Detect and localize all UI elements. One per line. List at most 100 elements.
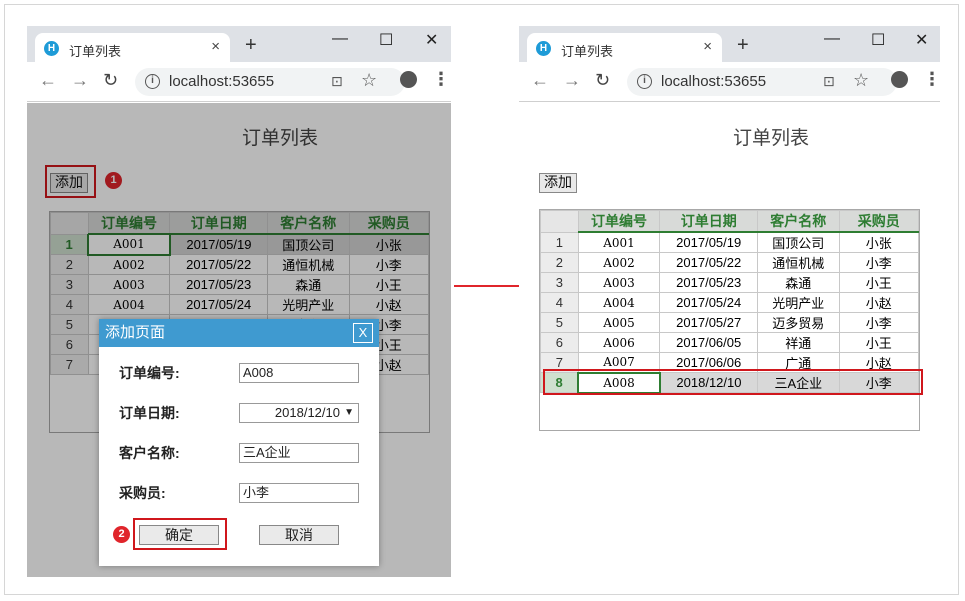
table-row[interactable]: 4 A004 2017/05/24 光明产业 小赵 xyxy=(540,292,920,313)
buyer-input[interactable]: 小李 xyxy=(239,483,359,503)
address-bar[interactable]: i localhost:53655 ⊡ ☆ xyxy=(135,68,405,96)
cell-id[interactable]: A001 xyxy=(577,231,661,253)
left-browser-window: H 订单列表 × + — ☐ ✕ ← → ↻ i localhost:53655… xyxy=(27,26,451,577)
cell-buyer[interactable]: 小张 xyxy=(838,231,920,253)
customer-input[interactable]: 三A企业 xyxy=(239,443,359,463)
reload-icon[interactable]: ↻ xyxy=(595,70,610,91)
bookmark-star-icon[interactable]: ☆ xyxy=(361,70,377,91)
cell-date[interactable]: 2017/05/19 xyxy=(659,231,759,253)
cancel-button[interactable]: 取消 xyxy=(259,525,339,545)
add-button[interactable]: 添加 xyxy=(539,173,577,193)
cell-date[interactable]: 2017/05/22 xyxy=(659,252,759,273)
table-row[interactable]: 3 A003 2017/05/23 森通 小王 xyxy=(540,272,920,293)
translate-icon[interactable]: ⊡ xyxy=(331,73,343,90)
right-browser-window: H 订单列表 × + — ☐ ✕ ← → ↻ i localhost:53655… xyxy=(519,26,941,577)
forward-icon[interactable]: → xyxy=(563,70,581,91)
reload-icon[interactable]: ↻ xyxy=(103,70,118,91)
row-header[interactable]: 5 xyxy=(540,312,579,333)
customer-label: 客户名称: xyxy=(119,445,180,461)
forward-icon[interactable]: → xyxy=(71,70,89,91)
site-info-icon[interactable]: i xyxy=(637,74,652,89)
cell-customer[interactable]: 森通 xyxy=(757,272,840,293)
corner-cell xyxy=(540,210,579,233)
dialog-title: 添加页面 xyxy=(105,324,166,341)
col-header-date[interactable]: 订单日期 xyxy=(659,210,759,233)
confirm-button-callout xyxy=(133,518,227,550)
order-date-label: 订单日期: xyxy=(119,405,180,421)
order-id-label: 订单编号: xyxy=(119,365,180,381)
dialog-close-button[interactable]: X xyxy=(353,323,373,343)
row-header[interactable]: 6 xyxy=(540,332,579,353)
bookmark-star-icon[interactable]: ☆ xyxy=(853,70,869,91)
row-header[interactable]: 2 xyxy=(540,252,579,273)
cell-id[interactable]: A002 xyxy=(577,252,661,273)
tab-strip: H 订单列表 × + — ☐ ✕ xyxy=(519,26,940,62)
back-icon[interactable]: ← xyxy=(39,70,57,91)
browser-tab[interactable]: H 订单列表 × xyxy=(527,33,722,62)
close-window-icon[interactable]: ✕ xyxy=(915,30,928,50)
col-header-id[interactable]: 订单编号 xyxy=(577,210,661,233)
table-row[interactable]: 5 A005 2017/05/27 迈多贸易 小李 xyxy=(540,312,920,333)
col-header-buyer[interactable]: 采购员 xyxy=(838,210,920,233)
step-2-badge: 2 xyxy=(113,526,130,543)
screenshot-frame: H 订单列表 × + — ☐ ✕ ← → ↻ i localhost:53655… xyxy=(4,4,959,595)
table-row[interactable]: 2 A002 2017/05/22 通恒机械 小李 xyxy=(540,252,920,273)
order-date-picker[interactable]: 2018/12/10 ▼ xyxy=(239,403,359,423)
cell-buyer[interactable]: 小王 xyxy=(838,272,920,293)
site-favicon-icon: H xyxy=(536,41,551,56)
tab-close-icon[interactable]: × xyxy=(211,38,220,55)
profile-avatar-icon[interactable] xyxy=(891,71,908,88)
table-row[interactable]: 1 A001 2017/05/19 国顶公司 小张 xyxy=(540,231,920,253)
cell-date[interactable]: 2017/05/23 xyxy=(659,272,759,293)
translate-icon[interactable]: ⊡ xyxy=(823,73,835,90)
cell-id[interactable]: A004 xyxy=(577,292,661,313)
browser-toolbar: ← → ↻ i localhost:53655 ⊡ ☆ ⋮ xyxy=(27,62,451,102)
cell-buyer[interactable]: 小李 xyxy=(838,252,920,273)
site-info-icon[interactable]: i xyxy=(145,74,160,89)
order-id-input[interactable]: A008 xyxy=(239,363,359,383)
menu-kebab-icon[interactable]: ⋮ xyxy=(432,69,450,90)
url-text: localhost:53655 xyxy=(169,73,275,90)
page-title: 订单列表 xyxy=(733,127,810,149)
new-tab-icon[interactable]: + xyxy=(245,34,257,57)
row-header[interactable]: 4 xyxy=(540,292,579,313)
dialog-header: 添加页面 X xyxy=(99,319,379,347)
close-window-icon[interactable]: ✕ xyxy=(425,30,438,50)
cell-customer[interactable]: 通恒机械 xyxy=(757,252,840,273)
profile-avatar-icon[interactable] xyxy=(400,71,417,88)
cell-date[interactable]: 2017/05/24 xyxy=(659,292,759,313)
page-content: 订单列表 添加 1 订单编号 订单日期 客户名称 采购员 1 A001 2017… xyxy=(27,103,451,577)
cell-date[interactable]: 2017/05/27 xyxy=(659,312,759,333)
back-icon[interactable]: ← xyxy=(531,70,549,91)
address-bar[interactable]: i localhost:53655 ⊡ ☆ xyxy=(627,68,897,96)
menu-kebab-icon[interactable]: ⋮ xyxy=(923,69,941,90)
row-header[interactable]: 3 xyxy=(540,272,579,293)
cell-buyer[interactable]: 小赵 xyxy=(838,292,920,313)
order-date-value: 2018/12/10 xyxy=(274,405,340,420)
order-spreadsheet[interactable]: 订单编号 订单日期 客户名称 采购员 1 A001 2017/05/19 国顶公… xyxy=(539,209,920,431)
maximize-icon[interactable]: ☐ xyxy=(871,30,885,50)
cell-customer[interactable]: 迈多贸易 xyxy=(757,312,840,333)
cell-id[interactable]: A005 xyxy=(577,312,661,333)
cell-buyer[interactable]: 小王 xyxy=(838,332,920,353)
browser-tab[interactable]: H 订单列表 × xyxy=(35,33,230,62)
minimize-icon[interactable]: — xyxy=(824,30,840,48)
row-header[interactable]: 1 xyxy=(540,231,579,253)
dropdown-arrow-icon[interactable]: ▼ xyxy=(344,404,354,422)
browser-toolbar: ← → ↻ i localhost:53655 ⊡ ☆ ⋮ xyxy=(519,62,941,102)
new-tab-icon[interactable]: + xyxy=(737,34,749,57)
cell-customer[interactable]: 国顶公司 xyxy=(757,231,840,253)
tab-close-icon[interactable]: × xyxy=(703,38,712,55)
cell-buyer[interactable]: 小李 xyxy=(838,312,920,333)
cell-id[interactable]: A006 xyxy=(577,332,661,353)
cell-id[interactable]: A003 xyxy=(577,272,661,293)
maximize-icon[interactable]: ☐ xyxy=(379,30,393,50)
cell-date[interactable]: 2017/06/05 xyxy=(659,332,759,353)
page-content: 订单列表 添加 订单编号 订单日期 客户名称 采购员 1 A001 2017/0… xyxy=(519,103,940,577)
table-row[interactable]: 6 A006 2017/06/05 祥通 小王 xyxy=(540,332,920,353)
header-row: 订单编号 订单日期 客户名称 采购员 xyxy=(540,210,920,233)
col-header-customer[interactable]: 客户名称 xyxy=(757,210,840,233)
cell-customer[interactable]: 光明产业 xyxy=(757,292,840,313)
minimize-icon[interactable]: — xyxy=(332,30,348,48)
cell-customer[interactable]: 祥通 xyxy=(757,332,840,353)
